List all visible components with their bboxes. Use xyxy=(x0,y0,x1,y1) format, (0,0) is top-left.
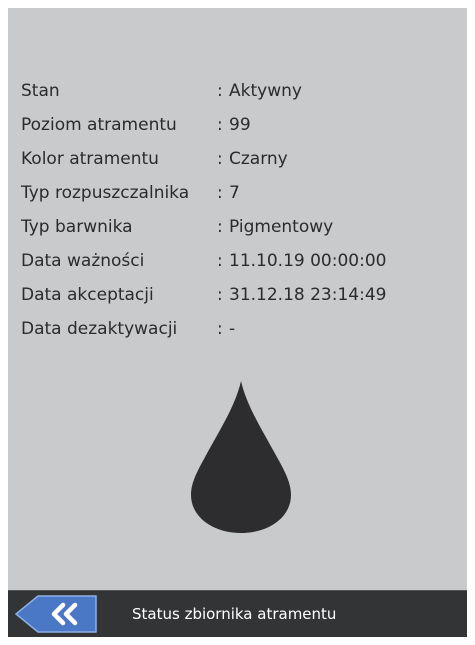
separator: : xyxy=(217,251,223,271)
ink-level-value: 99 xyxy=(229,115,251,135)
back-button[interactable] xyxy=(8,591,100,637)
separator: : xyxy=(217,285,223,305)
info-row-deactivation-date: Data dezaktywacji : - xyxy=(21,312,386,346)
info-row-solvent-type: Typ rozpuszczalnika : 7 xyxy=(21,176,386,210)
double-chevron-left-icon xyxy=(14,595,97,633)
info-row-ink-color: Kolor atramentu : Czarny xyxy=(21,142,386,176)
separator: : xyxy=(217,115,223,135)
info-row-expiry-date: Data ważności : 11.10.19 00:00:00 xyxy=(21,244,386,278)
ink-color-label: Kolor atramentu xyxy=(21,149,159,169)
info-row-dye-type: Typ barwnika : Pigmentowy xyxy=(21,210,386,244)
info-row-ink-level: Poziom atramentu : 99 xyxy=(21,108,386,142)
acceptance-date-value: 31.12.18 23:14:49 xyxy=(229,285,387,305)
info-row-acceptance-date: Data akceptacji : 31.12.18 23:14:49 xyxy=(21,278,386,312)
info-row-status: Stan : Aktywny xyxy=(21,74,386,108)
separator: : xyxy=(217,217,223,237)
ink-color-value: Czarny xyxy=(229,149,288,169)
ink-drop-icon xyxy=(191,381,291,533)
ink-tank-status-screen: Stan : Aktywny Poziom atramentu : 99 Kol… xyxy=(8,8,467,637)
separator: : xyxy=(217,319,223,339)
status-label: Stan xyxy=(21,81,60,101)
dye-type-value: Pigmentowy xyxy=(229,217,334,237)
separator: : xyxy=(217,149,223,169)
bottom-bar: Status zbiornika atramentu xyxy=(8,590,467,637)
deactivation-date-value: - xyxy=(229,319,236,339)
solvent-type-value: 7 xyxy=(229,183,240,203)
ink-level-label: Poziom atramentu xyxy=(21,115,177,135)
acceptance-date-label: Data akceptacji xyxy=(21,285,154,305)
deactivation-date-label: Data dezaktywacji xyxy=(21,319,178,339)
expiry-date-label: Data ważności xyxy=(21,251,145,271)
ink-info-list: Stan : Aktywny Poziom atramentu : 99 Kol… xyxy=(21,74,386,346)
separator: : xyxy=(217,81,223,101)
expiry-date-value: 11.10.19 00:00:00 xyxy=(229,251,387,271)
status-value: Aktywny xyxy=(229,81,302,101)
separator: : xyxy=(217,183,223,203)
solvent-type-label: Typ rozpuszczalnika xyxy=(21,183,190,203)
dye-type-label: Typ barwnika xyxy=(21,217,133,237)
screen-title: Status zbiornika atramentu xyxy=(132,605,337,623)
